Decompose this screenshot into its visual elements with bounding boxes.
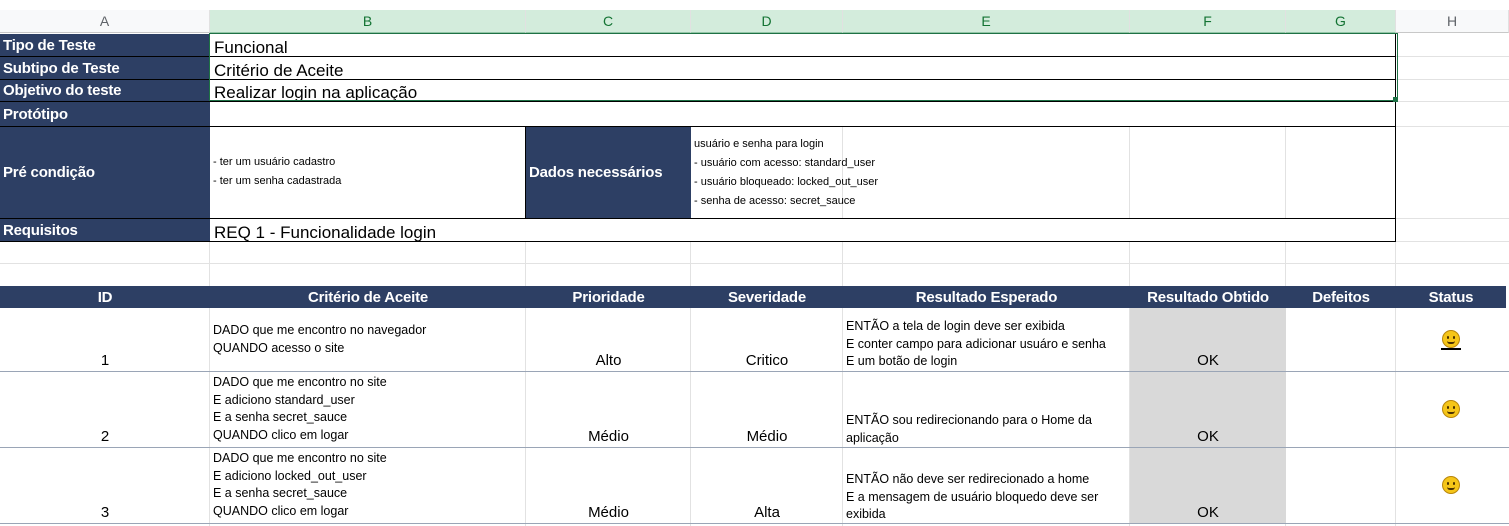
resultado-line: E a mensagem de usuário bloquedo deve se… (846, 489, 1099, 504)
table-header-prioridade: Prioridade (526, 286, 691, 308)
label-subtipo-teste: Subtipo de Teste (0, 57, 210, 80)
cell-resultado-obtido: OK (1130, 448, 1286, 523)
table-header-resultado-esperado: Resultado Esperado (843, 286, 1130, 308)
cell-prioridade: Médio (588, 504, 629, 521)
label-requisitos: Requisitos (0, 219, 210, 242)
cell-resultado-obtido: OK (1130, 372, 1286, 447)
cell-dados-necessarios[interactable]: usuário e senha para login - usuário com… (691, 127, 1396, 219)
pre-condicao-line: - ter um usuário cadastro (213, 156, 336, 168)
column-header-c[interactable]: C (526, 10, 691, 33)
criterio-line: E a senha secret_sauce (213, 486, 348, 500)
cell-id: 1 (100, 352, 110, 369)
cell-severidade: Critico (745, 352, 789, 369)
label-objetivo-teste: Objetivo do teste (0, 80, 210, 102)
column-header-d[interactable]: D (691, 10, 843, 33)
criterio-line: DADO que me encontro no navegador (213, 323, 427, 337)
label-dados-necessarios: Dados necessários (526, 127, 691, 219)
resultado-line: aplicação (846, 430, 899, 445)
column-header-b[interactable]: B (210, 10, 526, 33)
resultado-line: ENTÃO não deve ser redirecionado a home (846, 472, 1090, 486)
table-header-id: ID (0, 286, 210, 308)
cell-criterio: DADO que me encontro no site E adiciono … (210, 450, 526, 520)
cell-severidade: Médio (746, 428, 788, 445)
column-header-a[interactable]: A (0, 10, 210, 33)
table-row[interactable]: 2 DADO que me encontro no site E adicion… (0, 372, 1509, 447)
cell-id: 2 (100, 428, 110, 445)
resultado-line: E um botão de login (846, 354, 958, 368)
table-header-criterio: Critério de Aceite (210, 286, 526, 308)
dados-line: - usuário com acesso: standard_user (694, 157, 875, 169)
dados-line: - usuário bloqueado: locked_out_user (694, 176, 879, 188)
resultado-line: E conter campo para adicionar usuáro e s… (846, 336, 1106, 351)
cell-objetivo-teste[interactable]: Realizar login na aplicação (210, 80, 1396, 102)
label-prototipo: Protótipo (0, 102, 210, 127)
table-header-status: Status (1396, 286, 1506, 308)
cell-prioridade: Médio (588, 428, 629, 445)
underline-mark (1441, 348, 1461, 350)
dados-line: usuário e senha para login (694, 138, 824, 150)
cell-defeitos (1286, 308, 1396, 371)
label-tipo-teste: Tipo de Teste (0, 34, 210, 57)
column-header-g[interactable]: G (1286, 10, 1396, 33)
dados-line: - senha de acesso: secret_sauce (694, 195, 856, 207)
cell-requisitos[interactable]: REQ 1 - Funcionalidade login (210, 219, 1396, 242)
cell-resultado-esperado: ENTÃO sou redirecionando para o Home da … (843, 412, 1130, 447)
table-header-defeitos: Defeitos (1286, 286, 1396, 308)
fill-handle[interactable] (1393, 97, 1398, 102)
row-border (0, 523, 1509, 524)
table-row[interactable]: 3 DADO que me encontro no site E adicion… (0, 448, 1509, 523)
cell-resultado-esperado: ENTÃO a tela de login deve ser exibida E… (843, 318, 1130, 371)
cell-id: 3 (100, 504, 110, 521)
criterio-line: QUANDO clico em logar (213, 503, 349, 518)
criterio-line: E a senha secret_sauce (213, 410, 348, 424)
smiley-face-icon (1442, 476, 1460, 494)
criterio-line: QUANDO acesso o site (213, 340, 345, 355)
grid-line (0, 263, 1509, 264)
criterio-line: DADO que me encontro no site (213, 451, 387, 465)
top-gap (0, 0, 1509, 10)
cell-tipo-teste[interactable]: Funcional (210, 34, 1396, 57)
column-header-h[interactable]: H (1396, 10, 1509, 33)
criterio-line: DADO que me encontro no site (213, 375, 387, 389)
resultado-line: exibida (846, 507, 886, 521)
table-header-severidade: Severidade (691, 286, 843, 308)
cell-prototipo[interactable] (210, 102, 1396, 127)
criterio-line: E adiciono locked_out_user (213, 468, 367, 483)
cell-criterio: DADO que me encontro no site E adiciono … (210, 374, 526, 444)
cell-pre-condicao[interactable]: - ter um usuário cadastro - ter um senha… (210, 127, 526, 219)
criterio-line: E adiciono standard_user (213, 392, 355, 407)
table-header-resultado-obtido: Resultado Obtido (1130, 286, 1286, 308)
pre-condicao-line: - ter um senha cadastrada (213, 175, 342, 187)
cell-criterio: DADO que me encontro no navegador QUANDO… (210, 322, 526, 357)
smiley-face-icon (1442, 330, 1460, 348)
cell-defeitos (1286, 448, 1396, 523)
column-header-e[interactable]: E (843, 10, 1130, 33)
smiley-face-icon (1442, 400, 1460, 418)
criterio-line: QUANDO clico em logar (213, 427, 349, 442)
table-row[interactable]: 1 DADO que me encontro no navegador QUAN… (0, 308, 1509, 371)
cell-defeitos (1286, 372, 1396, 447)
cell-severidade: Alta (754, 504, 780, 521)
cell-prioridade: Alto (595, 352, 622, 369)
cell-resultado-obtido: OK (1130, 308, 1286, 371)
resultado-line: ENTÃO a tela de login deve ser exibida (846, 319, 1065, 333)
cell-subtipo-teste[interactable]: Critério de Aceite (210, 57, 1396, 80)
resultado-line: ENTÃO sou redirecionando para o Home da (846, 413, 1092, 427)
column-header-f[interactable]: F (1130, 10, 1286, 33)
cell-resultado-esperado: ENTÃO não deve ser redirecionado a home … (843, 471, 1130, 524)
label-pre-condicao: Pré condição (0, 127, 210, 219)
